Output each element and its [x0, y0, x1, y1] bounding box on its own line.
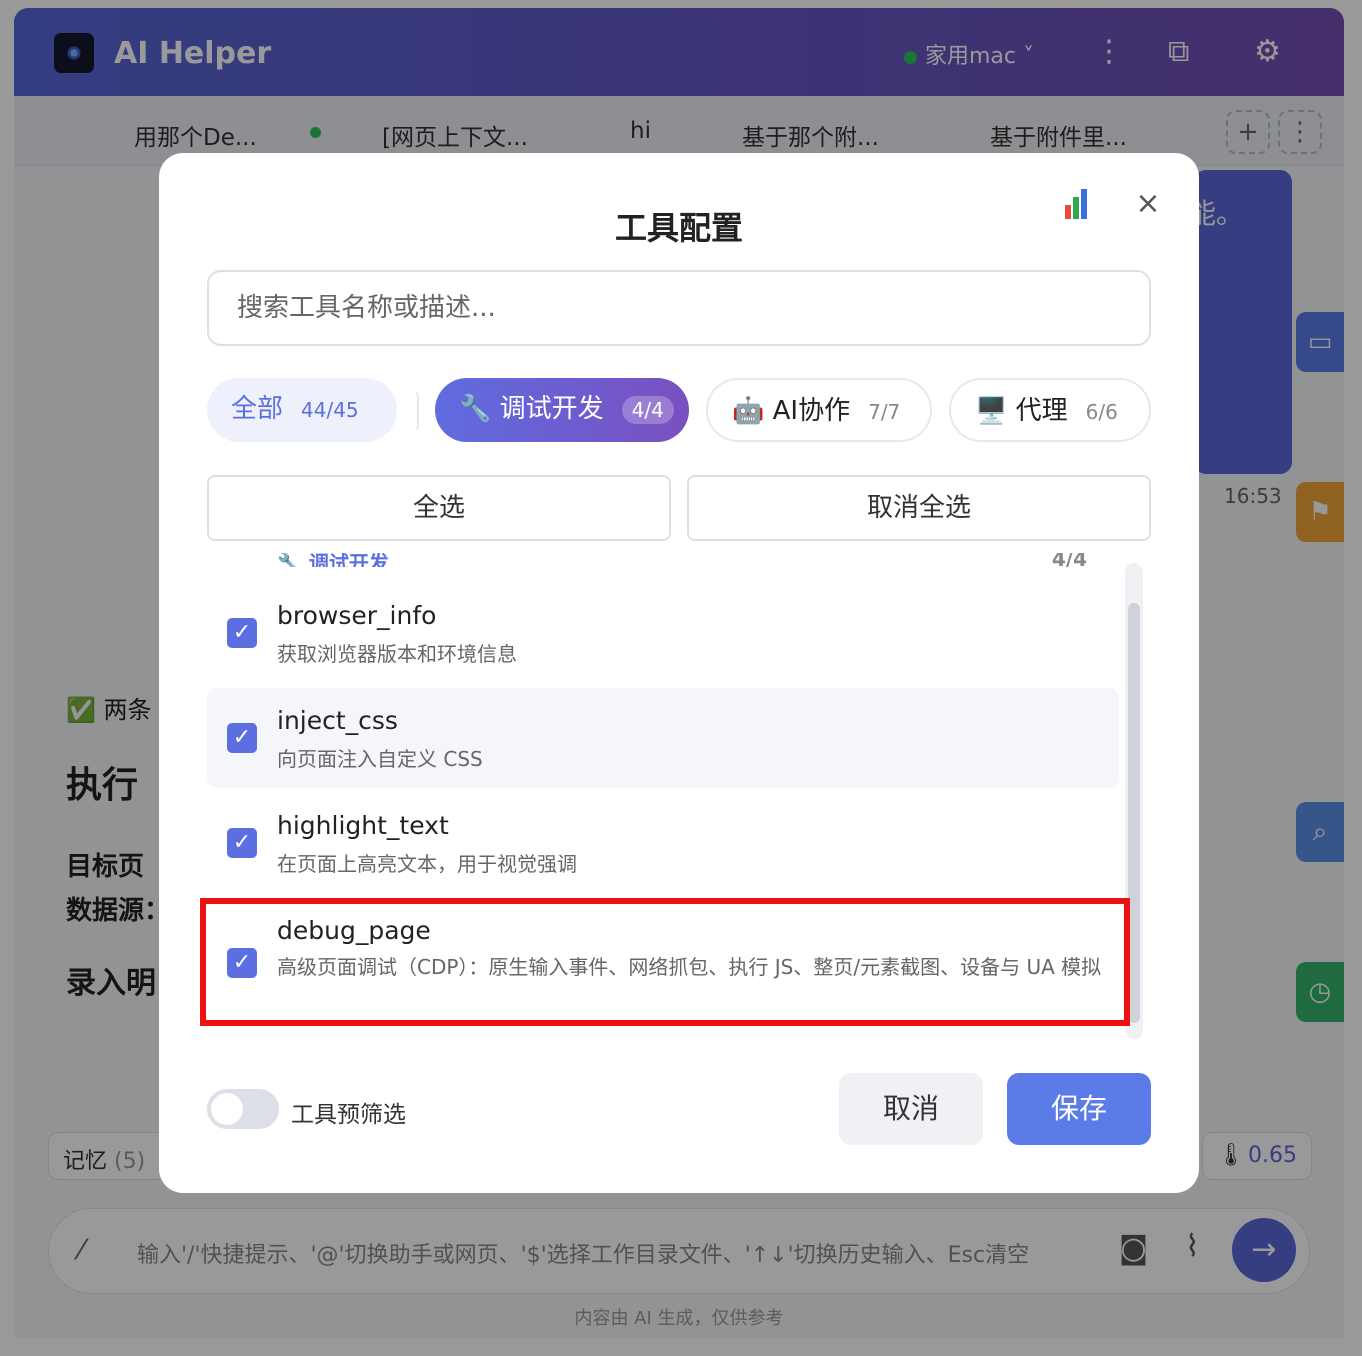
tool-config-modal: 工具配置 × 全部 44/45 🔧 调试开发 4/4 🤖 AI协作 7/7 🖥️ 代理… [159, 153, 1199, 1193]
bar-chart-icon[interactable] [1065, 187, 1095, 219]
deselect-all-button[interactable]: 取消全选 [687, 475, 1151, 541]
category-label: 🤖 AI协作 [732, 396, 851, 426]
tool-description: 在页面上高亮文本，用于视觉强调 [277, 852, 577, 876]
category-chip-ai-collab[interactable]: 🤖 AI协作 7/7 [706, 378, 932, 442]
category-count: 7/7 [868, 400, 901, 424]
category-label: 全部 [231, 394, 284, 424]
group-header[interactable]: 🔧 调试开发 4/4 [207, 553, 1107, 567]
tool-description: 向页面注入自定义 CSS [277, 747, 483, 771]
tool-item-browser-info[interactable]: ✓ browser_info 获取浏览器版本和环境信息 [207, 583, 1119, 683]
category-label: 🔧 调试开发 [459, 394, 604, 424]
category-count: 4/4 [621, 396, 674, 424]
tool-item-inject-css[interactable]: ✓ inject_css 向页面注入自定义 CSS [207, 688, 1119, 788]
category-chip-debug-dev[interactable]: 🔧 调试开发 4/4 [435, 378, 689, 442]
tool-checkbox[interactable]: ✓ [227, 828, 257, 858]
select-all-button[interactable]: 全选 [207, 475, 671, 541]
close-icon[interactable]: × [1131, 187, 1165, 221]
prefilter-label: 工具预筛选 [291, 1102, 406, 1128]
category-count: 44/45 [301, 398, 359, 422]
tool-name: browser_info [277, 601, 437, 630]
tool-checkbox[interactable]: ✓ [227, 618, 257, 648]
modal-title: 工具配置 [614, 209, 743, 247]
highlight-annotation-box [200, 898, 1130, 1026]
group-header-label: 🔧 调试开发 [277, 553, 389, 567]
group-header-count: 4/4 [1051, 553, 1087, 567]
cancel-button[interactable]: 取消 [839, 1073, 983, 1145]
category-chip-proxy[interactable]: 🖥️ 代理 6/6 [949, 378, 1151, 442]
tool-item-highlight-text[interactable]: ✓ highlight_text 在页面上高亮文本，用于视觉强调 [207, 793, 1119, 893]
tool-description: 获取浏览器版本和环境信息 [277, 642, 517, 666]
tool-name: inject_css [277, 706, 398, 735]
category-label: 🖥️ 代理 [975, 396, 1068, 426]
category-chip-all[interactable]: 全部 44/45 [207, 378, 397, 442]
prefilter-toggle[interactable] [207, 1089, 279, 1129]
tool-checkbox[interactable]: ✓ [227, 723, 257, 753]
tool-name: highlight_text [277, 811, 449, 840]
save-button[interactable]: 保存 [1007, 1073, 1151, 1145]
tool-search-input[interactable] [207, 270, 1151, 346]
chip-divider [413, 391, 419, 431]
category-count: 6/6 [1085, 400, 1118, 424]
